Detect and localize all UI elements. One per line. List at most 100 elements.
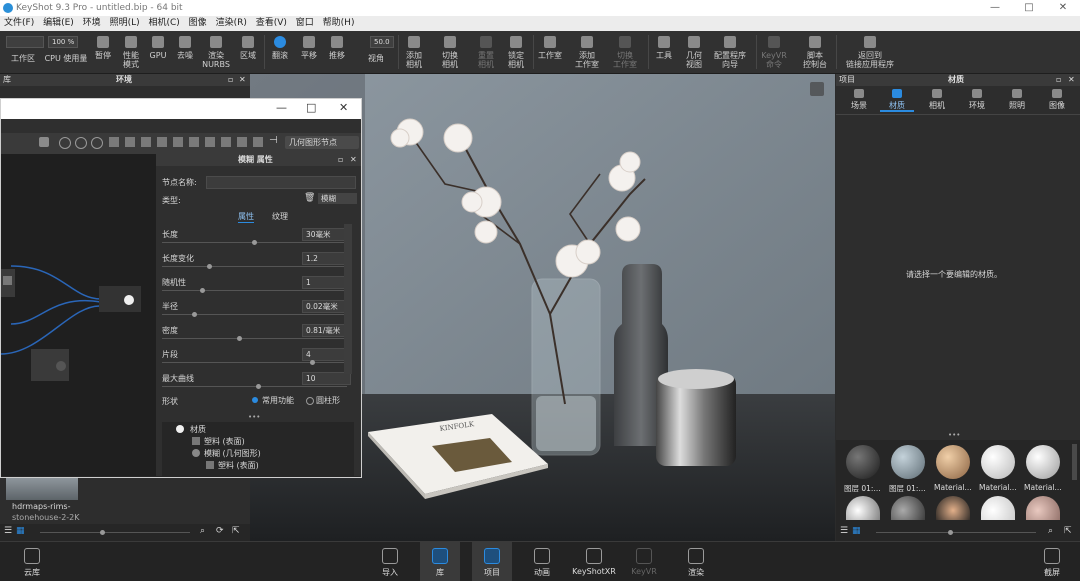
perspective-button[interactable]: 视角 bbox=[362, 45, 390, 73]
grid-icon[interactable] bbox=[141, 137, 151, 147]
panel-close-icon[interactable]: ✕ bbox=[1068, 74, 1075, 86]
tab-environment[interactable]: 环境 bbox=[958, 89, 996, 111]
shape-radio[interactable] bbox=[306, 397, 314, 405]
library-button[interactable]: 库 bbox=[420, 542, 460, 581]
lock-camera-button[interactable]: 锁定 相机 bbox=[502, 31, 530, 73]
tree-item-plastic-2[interactable]: 塑料 (表面) bbox=[218, 460, 259, 471]
tab-image[interactable]: 图像 bbox=[1038, 89, 1076, 111]
cpu-usage-button[interactable]: CPU 使用量 bbox=[40, 45, 92, 73]
script-console-button[interactable]: 脚本 控制台 bbox=[800, 31, 830, 73]
thumb-size-slider[interactable] bbox=[876, 530, 1036, 535]
splitter-handle[interactable]: ••• bbox=[948, 431, 960, 439]
list-view-icon[interactable]: ☰ bbox=[4, 526, 12, 536]
param-length-variation-slider[interactable] bbox=[162, 264, 347, 269]
thumb-size-slider[interactable] bbox=[40, 530, 190, 535]
configurator-wizard-button[interactable]: 配置程序 向导 bbox=[710, 31, 750, 73]
material-swatch-3[interactable] bbox=[936, 445, 970, 479]
node-name-input[interactable] bbox=[206, 176, 356, 189]
trash-icon[interactable]: 🗑 bbox=[304, 193, 315, 203]
geometry-node-button[interactable]: 几何图形节点 bbox=[285, 136, 359, 149]
menu-file[interactable]: 文件(F) bbox=[4, 18, 34, 28]
return-to-linked-app-button[interactable]: 返回到 链接应用程序 bbox=[840, 31, 900, 73]
layout-icon[interactable] bbox=[221, 137, 231, 147]
grid-icon[interactable] bbox=[109, 137, 119, 147]
shape-option-common[interactable]: 常用功能 bbox=[262, 395, 294, 406]
node-icon[interactable] bbox=[59, 137, 71, 149]
menu-camera[interactable]: 相机(C) bbox=[148, 18, 179, 28]
tab-lighting[interactable]: 照明 bbox=[998, 89, 1036, 111]
search-icon[interactable]: ⌕ bbox=[200, 526, 205, 536]
editor-maximize-button[interactable]: □ bbox=[306, 101, 316, 114]
slider-knob[interactable] bbox=[207, 264, 212, 269]
tools-button[interactable]: 工具 bbox=[652, 31, 676, 73]
param-max-curves-slider[interactable] bbox=[162, 384, 347, 389]
reset-camera-button[interactable]: 重置 相机 bbox=[472, 31, 500, 73]
render-button[interactable]: 渲染 bbox=[676, 542, 716, 581]
material-swatch-9[interactable] bbox=[981, 496, 1015, 520]
slider-knob[interactable] bbox=[948, 530, 953, 535]
add-camera-button[interactable]: 添加 相机 bbox=[400, 31, 428, 73]
dolly-button[interactable]: 推移 bbox=[326, 31, 348, 73]
shape-option-cylinder[interactable]: 圆柱形 bbox=[316, 395, 340, 406]
layout-icon[interactable] bbox=[157, 137, 167, 147]
param-segments-slider[interactable] bbox=[162, 360, 347, 365]
slider-knob[interactable] bbox=[192, 312, 197, 317]
slider-knob[interactable] bbox=[100, 530, 105, 535]
menu-edit[interactable]: 编辑(E) bbox=[43, 18, 74, 28]
panel-close-icon[interactable]: ✕ bbox=[239, 74, 246, 86]
grid-view-icon[interactable]: ▦ bbox=[852, 526, 861, 536]
denoise-button[interactable]: 去噪 bbox=[174, 31, 196, 73]
pan-button[interactable]: 平移 bbox=[298, 31, 320, 73]
screenshot-button[interactable]: 截屏 bbox=[1032, 542, 1072, 581]
project-button[interactable]: 项目 bbox=[472, 542, 512, 581]
material-swatch-1[interactable] bbox=[846, 445, 880, 479]
tree-item-plastic[interactable]: 塑料 (表面) bbox=[204, 436, 245, 447]
cloud-library-button[interactable]: 云库 bbox=[12, 542, 52, 581]
tab-properties[interactable]: 属性 bbox=[238, 211, 254, 223]
slider-knob[interactable] bbox=[310, 360, 315, 365]
layout-icon[interactable] bbox=[205, 137, 215, 147]
slider-knob[interactable] bbox=[200, 288, 205, 293]
panel-float-icon[interactable]: ▫ bbox=[228, 74, 233, 86]
node-icon[interactable] bbox=[91, 137, 103, 149]
search-icon[interactable]: ⌕ bbox=[1048, 526, 1053, 536]
layout-icon[interactable] bbox=[237, 137, 247, 147]
render-nurbs-button[interactable]: 渲染 NURBS bbox=[202, 31, 230, 73]
panel-float-icon[interactable]: ▫ bbox=[1056, 74, 1061, 86]
material-swatch-2[interactable] bbox=[891, 445, 925, 479]
export-icon[interactable]: ⇱ bbox=[1064, 526, 1072, 536]
material-swatch-5[interactable] bbox=[1026, 445, 1060, 479]
props-float-icon[interactable]: ▫ bbox=[338, 154, 343, 166]
node-graph-canvas[interactable] bbox=[0, 154, 156, 476]
image-icon[interactable] bbox=[253, 137, 263, 147]
list-view-icon[interactable]: ☰ bbox=[840, 526, 848, 536]
pause-button[interactable]: 暂停 bbox=[92, 31, 114, 73]
splitter-handle[interactable]: ••• bbox=[248, 413, 260, 421]
menu-view[interactable]: 查看(V) bbox=[256, 18, 287, 28]
save-icon[interactable] bbox=[39, 137, 49, 147]
menu-render[interactable]: 渲染(R) bbox=[216, 18, 247, 28]
workspace-button[interactable]: 工作区 bbox=[6, 45, 40, 73]
gpu-button[interactable]: GPU bbox=[148, 31, 168, 73]
menu-image[interactable]: 图像 bbox=[189, 18, 207, 28]
param-density-slider[interactable] bbox=[162, 336, 347, 341]
param-radius-slider[interactable] bbox=[162, 312, 347, 317]
import-button[interactable]: 导入 bbox=[370, 542, 410, 581]
animation-button[interactable]: 动画 bbox=[522, 542, 562, 581]
props-scrollbar[interactable] bbox=[344, 224, 352, 374]
props-close-icon[interactable]: ✕ bbox=[350, 154, 357, 166]
keyvr-bottom-button[interactable]: KeyVR bbox=[624, 542, 664, 581]
material-scrollbar[interactable] bbox=[1072, 444, 1077, 480]
maximize-button[interactable]: □ bbox=[1012, 0, 1046, 16]
slider-knob[interactable] bbox=[237, 336, 242, 341]
tab-scene[interactable]: 场景 bbox=[840, 89, 878, 111]
layout-icon[interactable] bbox=[189, 137, 199, 147]
material-swatch-7[interactable] bbox=[891, 496, 925, 520]
performance-mode-button[interactable]: 性能 模式 bbox=[118, 31, 144, 73]
minimize-button[interactable]: — bbox=[978, 0, 1012, 16]
editor-close-button[interactable]: ✕ bbox=[339, 101, 348, 114]
material-swatch-8[interactable] bbox=[936, 496, 970, 520]
editor-minimize-button[interactable]: — bbox=[276, 101, 287, 114]
tab-texture[interactable]: 纹理 bbox=[272, 211, 288, 222]
tab-material[interactable]: 材质 bbox=[878, 89, 916, 111]
